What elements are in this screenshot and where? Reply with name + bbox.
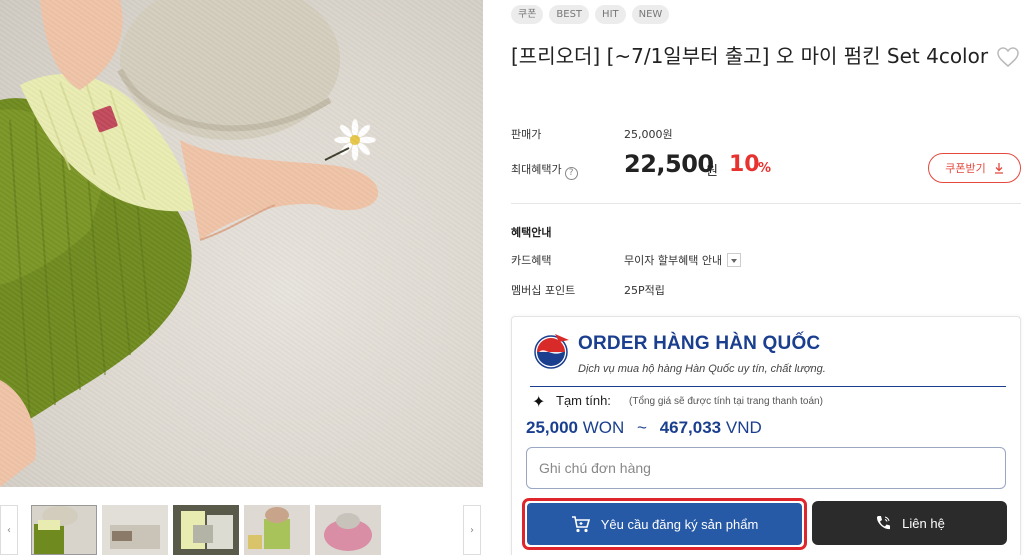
order-note-input[interactable] [526, 447, 1006, 489]
request-button-label: Yêu cầu đăng ký sản phẩm [600, 516, 759, 532]
max-benefit-unit: 원 [706, 164, 718, 179]
thumbnail-3-image [173, 505, 239, 555]
thumbnail-4[interactable] [244, 505, 310, 555]
discount-symbol: % [758, 161, 772, 176]
thumbnail-2-image [102, 505, 168, 555]
badge-hit: HIT [595, 5, 626, 24]
membership-point-value: 25P적립 [624, 284, 665, 297]
contact-button-label: Liên hệ [902, 515, 945, 531]
card-benefit-value: 무이자 할부혜택 안내 [624, 252, 742, 268]
coupon-button-label: 쿠폰받기 [945, 162, 986, 175]
brand-underline [530, 386, 1006, 387]
thumbnail-2[interactable] [102, 505, 168, 555]
benefits-title: 혜택안내 [511, 226, 552, 239]
max-benefit-label-text: 최대혜택가 [511, 163, 562, 176]
contact-button[interactable]: Liên hệ [812, 501, 1007, 545]
sale-price-label: 판매가 [511, 128, 542, 141]
badge-best: BEST [549, 5, 590, 24]
thumbnail-strip: ‹ › [0, 497, 483, 555]
sale-price-value: 25,000원 [624, 128, 673, 141]
sparkle-icon: ✦ [532, 392, 546, 411]
thumbnail-5-image [315, 505, 381, 555]
question-icon[interactable]: ? [564, 167, 578, 180]
max-benefit-label: 최대혜택가? [511, 161, 578, 180]
thumb-prev-button[interactable]: ‹ [0, 505, 18, 555]
card-benefit-text: 무이자 할부혜택 안내 [624, 254, 723, 267]
thumbnail-1-image [32, 506, 96, 554]
heart-icon [997, 47, 1019, 67]
download-icon [994, 162, 1003, 174]
coupon-download-button[interactable]: 쿠폰받기 [928, 153, 1021, 183]
chevron-right-icon: › [470, 524, 474, 536]
estimate-label: Tạm tính: [556, 393, 611, 408]
thumbnail-3[interactable] [173, 505, 239, 555]
price-won-unit: WON [582, 418, 625, 437]
section-divider [511, 203, 1021, 204]
wishlist-button[interactable] [996, 46, 1020, 72]
membership-point-label: 멤버십 포인트 [511, 284, 576, 297]
price-won-value: 25,000 [526, 418, 578, 437]
chevron-left-icon: ‹ [7, 524, 11, 536]
brand-tagline: Dịch vụ mua hộ hàng Hàn Quốc uy tín, chấ… [578, 363, 826, 375]
phone-icon [877, 516, 891, 530]
request-product-button[interactable]: Yêu cầu đăng ký sản phẩm [522, 498, 807, 550]
product-title: [프리오더] [~7/1일부터 출고] 오 마이 펌킨 Set 4color [511, 44, 989, 68]
thumbnail-1[interactable] [31, 505, 97, 555]
product-main-image [0, 0, 483, 487]
badge-new: NEW [631, 5, 670, 24]
badge-coupon: 쿠폰 [511, 5, 544, 24]
estimate-note: (Tổng giá sẽ được tính tại trang thanh t… [629, 396, 823, 407]
thumbnail-4-image [244, 505, 310, 555]
price-vnd-value: 467,033 [659, 418, 722, 437]
price-tilde: ~ [637, 418, 647, 437]
dropdown-icon[interactable] [727, 253, 742, 267]
card-benefit-label: 카드혜택 [511, 254, 552, 267]
brand-name: ORDER HÀNG HÀN QUỐC [578, 333, 821, 354]
max-benefit-price: 22,500 [624, 150, 714, 178]
brand-logo [534, 334, 569, 369]
request-product-button-inner[interactable]: Yêu cầu đăng ký sản phẩm [527, 503, 802, 545]
cart-icon [571, 516, 590, 533]
price-range: 25,000 WON ~ 467,033 VND [526, 418, 762, 438]
badge-list: 쿠폰 BEST HIT NEW [511, 5, 670, 24]
thumbnail-5[interactable] [315, 505, 381, 555]
thumb-next-button[interactable]: › [463, 505, 481, 555]
price-vnd-unit: VND [725, 418, 762, 437]
discount-rate: 10 [729, 152, 760, 177]
